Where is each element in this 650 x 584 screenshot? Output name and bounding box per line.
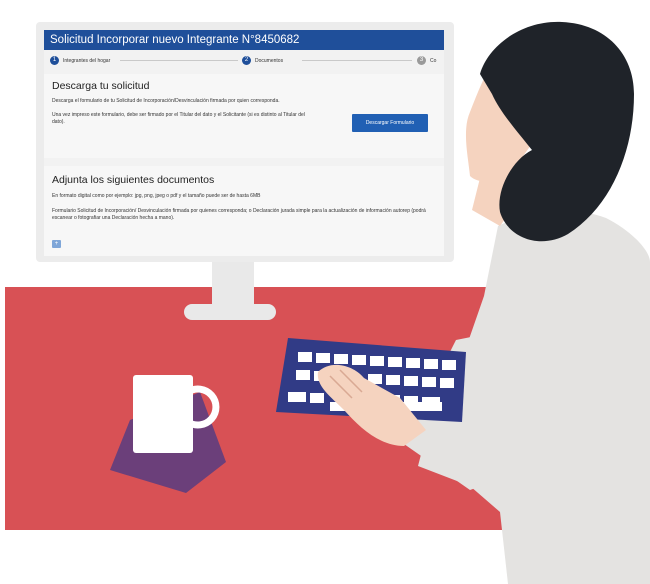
person-illustration	[276, 21, 650, 584]
illustration-scene: Solicitud Incorporar nuevo Integrante N°…	[0, 0, 650, 584]
